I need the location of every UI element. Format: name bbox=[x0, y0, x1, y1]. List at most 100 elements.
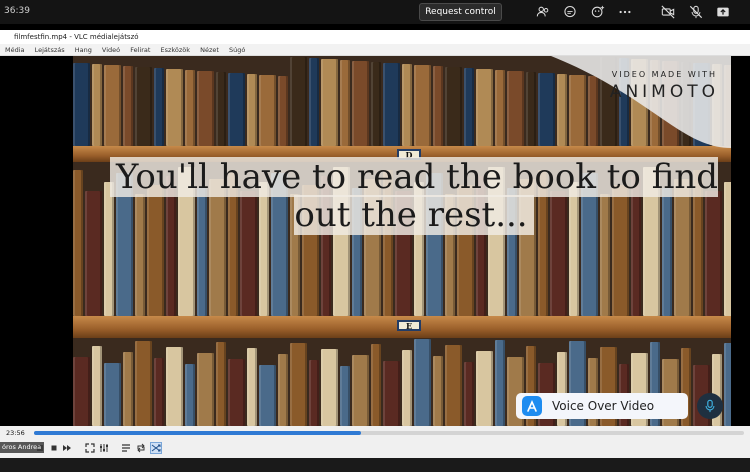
menu-video[interactable]: Videó bbox=[102, 46, 120, 54]
book-spine bbox=[259, 365, 276, 426]
microphone-icon[interactable] bbox=[697, 393, 723, 419]
book-spine bbox=[185, 364, 195, 426]
next-button[interactable] bbox=[61, 442, 73, 454]
reactions-icon[interactable] bbox=[589, 3, 607, 21]
book-spine bbox=[216, 342, 226, 426]
book-spine bbox=[476, 351, 493, 426]
book-spine bbox=[104, 363, 121, 426]
book-spine bbox=[123, 66, 133, 146]
book-spine bbox=[92, 64, 102, 146]
camera-off-icon[interactable] bbox=[659, 3, 677, 21]
book-spine bbox=[197, 353, 214, 426]
animoto-watermark: VIDEO MADE WITH ANIMOTO bbox=[531, 56, 731, 148]
book-spine bbox=[340, 366, 350, 426]
book-spine bbox=[197, 71, 214, 146]
watermark-brand-text: ANIMOTO bbox=[609, 82, 719, 102]
book-spine bbox=[154, 68, 164, 146]
seek-bar[interactable] bbox=[34, 431, 744, 435]
vlc-window-title: filmfestfin.mp4 - VLC médialejátszó bbox=[0, 30, 750, 44]
book-spine bbox=[414, 339, 431, 426]
watermark-small-text: VIDEO MADE WITH bbox=[611, 70, 717, 79]
shelf-label-e: E bbox=[397, 320, 421, 331]
chat-icon[interactable] bbox=[561, 3, 579, 21]
request-control-button[interactable]: Request control bbox=[419, 3, 502, 21]
people-icon[interactable] bbox=[534, 3, 552, 21]
book-spine bbox=[352, 61, 369, 146]
book-spine bbox=[724, 343, 731, 426]
vlc-controls: 23:56 bbox=[0, 426, 750, 458]
book-spine bbox=[402, 64, 412, 146]
playlist-button[interactable] bbox=[120, 442, 132, 454]
book-spine bbox=[507, 71, 524, 146]
book-spine bbox=[309, 360, 319, 426]
book-spine bbox=[278, 354, 288, 426]
stop-icon[interactable] bbox=[48, 442, 60, 454]
book-spine bbox=[216, 72, 226, 146]
book-spine bbox=[383, 361, 400, 426]
book-spine bbox=[73, 357, 90, 426]
book-spine bbox=[85, 191, 102, 316]
fullscreen-button[interactable] bbox=[84, 442, 96, 454]
book-spine bbox=[476, 69, 493, 146]
menu-tools[interactable]: Eszközök bbox=[160, 46, 190, 54]
meeting-timer: 36:39 bbox=[4, 6, 30, 16]
book-spine bbox=[402, 350, 412, 426]
book-spine bbox=[495, 70, 505, 146]
book-spine bbox=[228, 73, 245, 146]
book-spine bbox=[383, 63, 400, 146]
book-spine bbox=[340, 60, 350, 146]
menu-media[interactable]: Média bbox=[5, 46, 25, 54]
shuffle-button[interactable] bbox=[150, 442, 162, 454]
book-spine bbox=[135, 67, 152, 146]
extended-settings-button[interactable] bbox=[98, 442, 110, 454]
bottom-strip bbox=[0, 458, 750, 472]
video-area[interactable]: D E VIDEO MADE WITH ANIMOTO You'll have … bbox=[0, 56, 750, 426]
book-spine bbox=[464, 362, 474, 426]
app-store-icon bbox=[522, 396, 542, 416]
video-caption: You'll have to read the book to find out… bbox=[109, 157, 719, 235]
book-spine bbox=[154, 358, 164, 426]
current-time: 23:56 bbox=[6, 429, 25, 437]
book-spine bbox=[433, 66, 443, 146]
book-spine bbox=[371, 62, 381, 146]
book-spine bbox=[247, 74, 257, 146]
book-spine bbox=[166, 347, 183, 426]
participant-name-tag: óros Andrea bbox=[0, 442, 45, 453]
menu-audio[interactable]: Hang bbox=[75, 46, 92, 54]
book-spine bbox=[73, 170, 83, 316]
video-caption-text: You'll have to read the book to find out… bbox=[109, 157, 719, 235]
share-icon[interactable] bbox=[714, 3, 732, 21]
menu-playback[interactable]: Lejátszás bbox=[35, 46, 65, 54]
book-spine bbox=[352, 355, 369, 426]
book-spine bbox=[73, 63, 90, 146]
book-spine bbox=[92, 346, 102, 426]
menu-view[interactable]: Nézet bbox=[200, 46, 219, 54]
vlc-menu-bar: Média Lejátszás Hang Videó Felirat Eszkö… bbox=[0, 44, 750, 56]
mic-off-icon[interactable] bbox=[687, 3, 705, 21]
menu-help[interactable]: Súgó bbox=[229, 46, 245, 54]
book-spine bbox=[433, 356, 443, 426]
book-spine bbox=[123, 352, 133, 426]
loop-button[interactable] bbox=[135, 442, 147, 454]
book-spine bbox=[290, 57, 307, 146]
book-spine bbox=[321, 349, 338, 426]
more-icon[interactable] bbox=[616, 3, 634, 21]
voice-over-label: Voice Over Video bbox=[552, 399, 655, 413]
menu-subtitle[interactable]: Felirat bbox=[130, 46, 150, 54]
meeting-toolbar: 36:39 Request control bbox=[0, 0, 750, 24]
book-spine bbox=[445, 345, 462, 426]
book-spine bbox=[104, 65, 121, 146]
book-spine bbox=[445, 67, 462, 146]
seek-progress bbox=[34, 431, 361, 435]
voice-over-video-button[interactable]: Voice Over Video bbox=[516, 393, 688, 419]
book-spine bbox=[278, 76, 288, 146]
book-spine bbox=[259, 75, 276, 146]
book-spine bbox=[309, 58, 319, 146]
book-spine bbox=[724, 182, 731, 316]
book-spine bbox=[321, 59, 338, 146]
book-spine bbox=[228, 359, 245, 426]
book-spine bbox=[185, 70, 195, 146]
book-spine bbox=[464, 68, 474, 146]
book-spine bbox=[290, 343, 307, 426]
video-frame: D E VIDEO MADE WITH ANIMOTO You'll have … bbox=[73, 56, 731, 426]
